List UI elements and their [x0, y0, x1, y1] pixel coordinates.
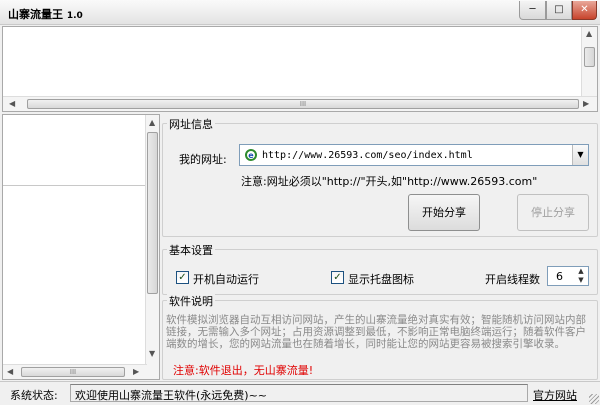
software-description-text: 软件模拟浏览器自动互相访问网站，产生的山寨流量绝对真实有效；智能随机访问网站内部…	[166, 314, 586, 350]
window-title: 山寨流量王 1.0	[8, 8, 83, 21]
software-description-group: 软件说明 软件模拟浏览器自动互相访问网站，产生的山寨流量绝对真实有效；智能随机访…	[162, 293, 598, 380]
url-info-group: 网址信息 我的网址: e ▼ 注意:网址必须以"http://"开头,如"htt…	[162, 116, 598, 237]
exit-warning: 注意:软件退出，无山寨流量!	[173, 364, 314, 377]
browser-horizontal-scrollbar[interactable]: ◀ III ▶	[3, 96, 597, 111]
status-label: 系统状态:	[10, 389, 58, 402]
autorun-label: 开机自动运行	[193, 273, 259, 286]
browser-horizontal-thumb[interactable]: III	[27, 99, 579, 109]
left-horizontal-thumb[interactable]: III	[21, 367, 125, 377]
minimize-button[interactable]: ─	[519, 1, 546, 20]
status-panel: 欢迎使用山寨流量王软件(永远免费)~~	[70, 384, 528, 402]
scroll-right-icon[interactable]: ▶	[133, 367, 139, 376]
resize-grip-icon[interactable]	[589, 394, 599, 404]
scroll-up-icon[interactable]: ▲	[586, 29, 592, 38]
url-info-title: 网址信息	[167, 116, 215, 132]
maximize-button[interactable]: □	[546, 1, 572, 20]
thread-count-value: 6	[556, 270, 563, 283]
thread-count-label: 开启线程数	[485, 273, 540, 286]
url-format-note: 注意:网址必须以"http://"开头,如"http://www.26593.c…	[241, 175, 538, 188]
url-combobox[interactable]: e ▼	[239, 144, 589, 166]
left-vertical-scrollbar[interactable]: ▲ ▼	[145, 115, 159, 379]
start-share-button[interactable]: 开始分享	[408, 194, 480, 231]
left-horizontal-scrollbar[interactable]: ◀ III ▶	[3, 364, 147, 379]
left-pane[interactable]: ▲ ▼ ◀ III ▶	[2, 114, 160, 380]
stop-share-button[interactable]: 停止分享	[517, 194, 589, 231]
scroll-down-icon[interactable]: ▼	[149, 349, 155, 358]
status-text: 欢迎使用山寨流量王软件(永远免费)~~	[75, 389, 268, 402]
thread-count-stepper[interactable]: 6 ▲ ▼	[547, 266, 589, 286]
autorun-checkbox[interactable]: ✓	[176, 271, 189, 284]
scroll-up-icon[interactable]: ▲	[149, 118, 155, 127]
left-pane-divider	[3, 185, 147, 186]
basic-settings-title: 基本设置	[167, 242, 215, 258]
browser-view[interactable]: ▲ ◀ III ▶	[2, 26, 598, 112]
browser-vertical-thumb[interactable]	[584, 47, 595, 67]
software-description-title: 软件说明	[167, 293, 215, 309]
tray-icon-checkbox[interactable]: ✓	[331, 271, 344, 284]
chevron-down-icon[interactable]: ▼	[572, 145, 588, 165]
scroll-left-icon[interactable]: ◀	[9, 99, 15, 108]
basic-settings-group: 基本设置 ✓ 开机自动运行 ✓ 显示托盘图标 开启线程数 6 ▲ ▼	[162, 242, 598, 295]
stepper-arrows-icon[interactable]: ▲ ▼	[575, 267, 587, 285]
left-vertical-thumb[interactable]	[147, 132, 158, 294]
right-pane: 网址信息 我的网址: e ▼ 注意:网址必须以"http://"开头,如"htt…	[162, 113, 598, 380]
status-bar: 系统状态: 欢迎使用山寨流量王软件(永远免费)~~ 官方网站	[0, 381, 600, 405]
url-label: 我的网址:	[179, 153, 227, 166]
browser-vertical-scrollbar[interactable]: ▲	[581, 27, 597, 97]
scroll-right-icon[interactable]: ▶	[583, 99, 589, 108]
browser-page-icon: e	[245, 149, 257, 161]
url-input[interactable]	[262, 148, 562, 163]
close-button[interactable]: ✕	[572, 1, 597, 20]
tray-icon-label: 显示托盘图标	[348, 273, 414, 286]
official-website-link[interactable]: 官方网站	[533, 387, 577, 403]
title-bar: 山寨流量王 1.0 ─ □ ✕	[0, 0, 600, 25]
scroll-left-icon[interactable]: ◀	[7, 367, 13, 376]
